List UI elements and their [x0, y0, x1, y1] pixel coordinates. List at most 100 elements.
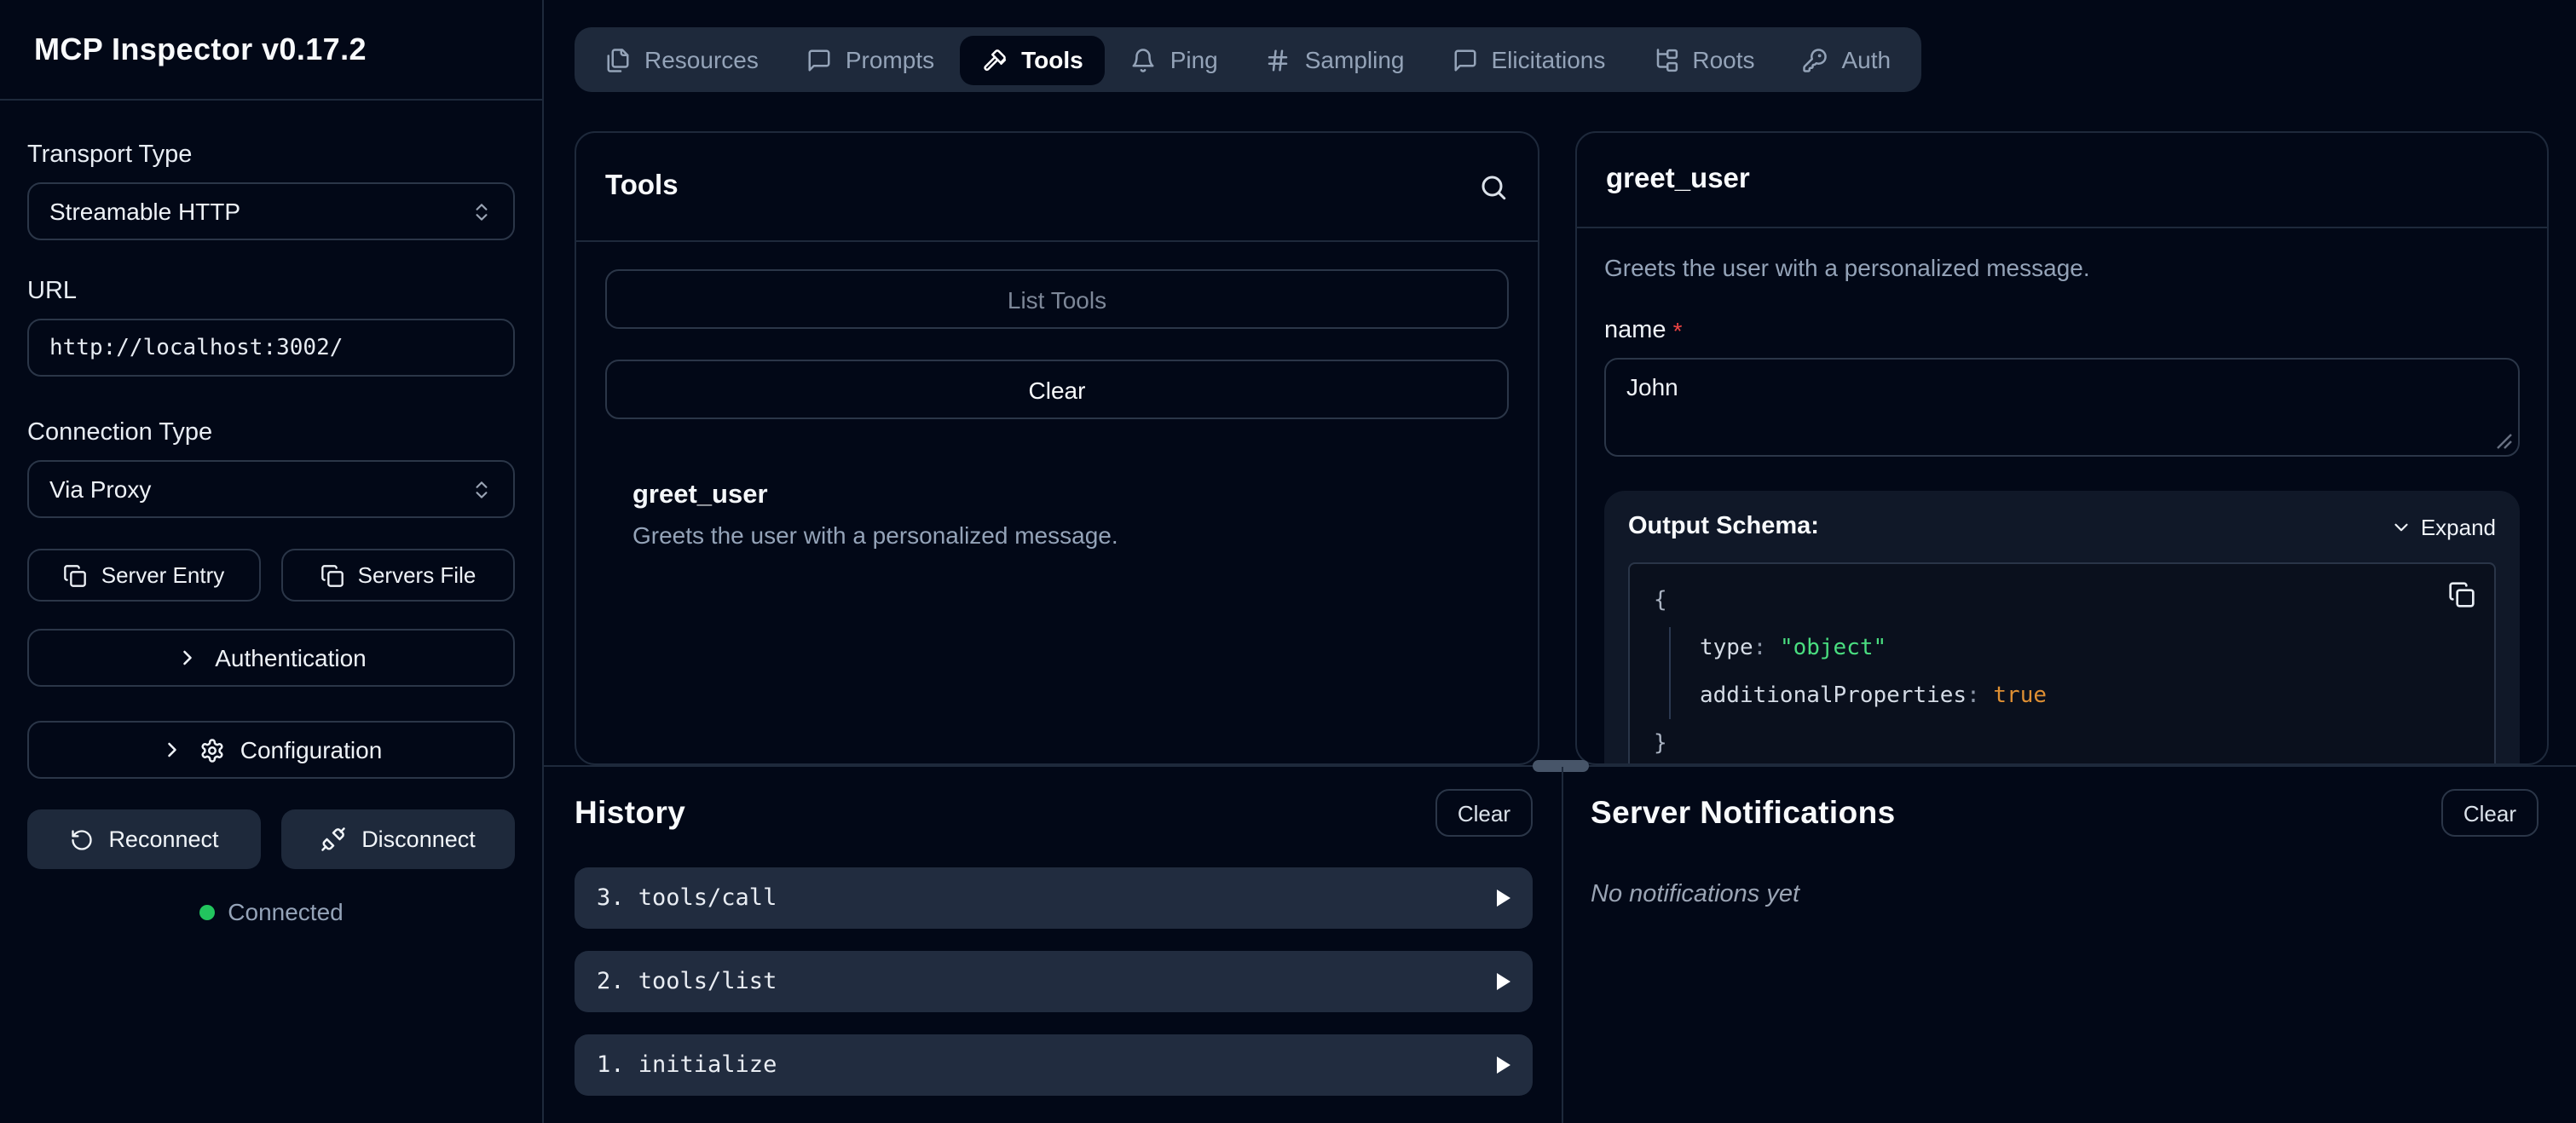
chevron-down-icon — [2390, 515, 2412, 538]
transport-type-select[interactable]: Streamable HTTP — [27, 182, 515, 240]
code-open-brace: { — [1654, 579, 2470, 624]
configuration-toggle[interactable]: Configuration — [27, 721, 515, 779]
disconnect-button[interactable]: Disconnect — [281, 809, 515, 869]
output-schema-header: Output Schema: Expand — [1628, 513, 2496, 540]
configuration-label: Configuration — [240, 736, 383, 763]
history-title: History — [575, 794, 685, 832]
tool-description: Greets the user with a personalized mess… — [632, 521, 1481, 549]
tab-label: Roots — [1692, 46, 1754, 73]
code-entry: type: "object" — [1700, 627, 2470, 671]
sidebar-header: MCP Inspector v0.17.2 — [0, 0, 542, 101]
chevron-right-icon — [160, 738, 184, 762]
play-icon — [1497, 973, 1510, 990]
app-title: MCP Inspector v0.17.2 — [34, 32, 367, 67]
code-value-string: "object" — [1780, 636, 1886, 661]
tools-panel: Tools List Tools Clear greet_user Greets… — [575, 131, 1539, 765]
connection-status: Connected — [27, 898, 515, 925]
tab-label: Sampling — [1305, 46, 1405, 73]
tools-panel-body: List Tools Clear greet_user Greets the u… — [576, 242, 1538, 576]
url-value: http://localhost:3002/ — [49, 335, 343, 360]
name-field-label: name * — [1604, 317, 2520, 344]
tab-auth[interactable]: Auth — [1781, 35, 1914, 84]
play-icon — [1497, 1057, 1510, 1074]
transport-type-label: Transport Type — [27, 141, 515, 169]
server-entry-button[interactable]: Server Entry — [27, 549, 261, 602]
chevron-right-icon — [176, 646, 199, 670]
history-item-label: 2. tools/list — [597, 968, 777, 995]
schema-code-block: { type: "object" additionalProperties: t… — [1628, 562, 2496, 765]
tab-label: Auth — [1842, 46, 1892, 73]
output-schema-label: Output Schema: — [1628, 513, 1819, 540]
copy-icon — [64, 563, 88, 587]
copy-icon — [321, 563, 344, 587]
message-square-icon — [806, 47, 832, 72]
authentication-label: Authentication — [215, 644, 366, 671]
sidebar: MCP Inspector v0.17.2 Transport Type Str… — [0, 0, 544, 1123]
history-item[interactable]: 1. initialize — [575, 1034, 1533, 1096]
search-icon[interactable] — [1478, 171, 1509, 202]
app-window: MCP Inspector v0.17.2 Transport Type Str… — [0, 0, 2576, 1123]
name-field-input[interactable]: John — [1604, 358, 2520, 457]
key-icon — [1803, 47, 1828, 72]
code-key: additionalProperties — [1700, 683, 1967, 709]
tool-detail-description: Greets the user with a personalized mess… — [1604, 254, 2520, 281]
server-entry-label: Server Entry — [101, 562, 225, 588]
history-item[interactable]: 2. tools/list — [575, 951, 1533, 1012]
name-field-value: John — [1626, 373, 1678, 400]
tab-prompts[interactable]: Prompts — [784, 35, 956, 84]
connection-type-select[interactable]: Via Proxy — [27, 460, 515, 518]
code-separator: : — [1967, 683, 1993, 709]
list-tools-button[interactable]: List Tools — [605, 269, 1509, 329]
disconnect-label: Disconnect — [361, 826, 476, 852]
expand-toggle[interactable]: Expand — [2390, 514, 2496, 539]
tool-list-item[interactable]: greet_user Greets the user with a person… — [605, 481, 1509, 549]
chevrons-up-down-icon — [471, 200, 493, 222]
notifications-header: Server Notifications Clear — [1591, 789, 2538, 837]
server-notifications-panel: Server Notifications Clear No notificati… — [1563, 767, 2576, 1123]
tab-label: Tools — [1021, 46, 1083, 73]
servers-file-button[interactable]: Servers File — [281, 549, 515, 602]
output-schema-section: Output Schema: Expand { type: "object" a… — [1604, 491, 2520, 765]
play-icon — [1497, 890, 1510, 907]
tab-tools[interactable]: Tools — [960, 35, 1106, 84]
tool-detail-header: greet_user — [1577, 133, 2547, 228]
notifications-empty-message: No notifications yet — [1591, 881, 2538, 908]
copy-icon[interactable] — [2448, 581, 2475, 608]
notifications-clear-button[interactable]: Clear — [2441, 789, 2538, 837]
code-indent-block: type: "object" additionalProperties: tru… — [1669, 627, 2470, 719]
hash-icon — [1266, 47, 1291, 72]
chevrons-up-down-icon — [471, 478, 493, 500]
notifications-title: Server Notifications — [1591, 794, 1896, 832]
tool-name: greet_user — [632, 481, 1481, 511]
tool-detail-panel: greet_user Greets the user with a person… — [1575, 131, 2549, 765]
hammer-icon — [982, 47, 1008, 72]
connection-actions-row: Reconnect Disconnect — [27, 809, 515, 869]
tab-label: Elicitations — [1492, 46, 1606, 73]
tab-sampling[interactable]: Sampling — [1244, 35, 1427, 84]
authentication-toggle[interactable]: Authentication — [27, 629, 515, 687]
unplug-icon — [321, 826, 346, 852]
transport-type-value: Streamable HTTP — [49, 198, 240, 225]
tab-resources[interactable]: Resources — [583, 35, 781, 84]
expand-label: Expand — [2421, 514, 2496, 539]
tab-roots[interactable]: Roots — [1631, 35, 1776, 84]
clear-tools-button[interactable]: Clear — [605, 360, 1509, 419]
history-item-label: 1. initialize — [597, 1051, 777, 1079]
url-input[interactable]: http://localhost:3002/ — [27, 319, 515, 377]
history-item[interactable]: 3. tools/call — [575, 867, 1533, 929]
tab-elicitations[interactable]: Elicitations — [1430, 35, 1628, 84]
history-item-label: 3. tools/call — [597, 884, 777, 912]
url-label: URL — [27, 278, 515, 305]
required-marker: * — [1673, 317, 1683, 344]
code-close-brace: } — [1654, 723, 2470, 765]
code-key: type — [1700, 636, 1753, 661]
history-clear-button[interactable]: Clear — [1435, 789, 1533, 837]
connection-type-value: Via Proxy — [49, 475, 151, 503]
tool-detail-body: Greets the user with a personalized mess… — [1577, 228, 2547, 765]
tab-ping[interactable]: Ping — [1109, 35, 1240, 84]
resize-grip-icon[interactable] — [2496, 433, 2513, 450]
reconnect-button[interactable]: Reconnect — [27, 809, 261, 869]
connection-type-label: Connection Type — [27, 419, 515, 446]
message-square-icon — [1453, 47, 1478, 72]
server-buttons-row: Server Entry Servers File — [27, 549, 515, 602]
